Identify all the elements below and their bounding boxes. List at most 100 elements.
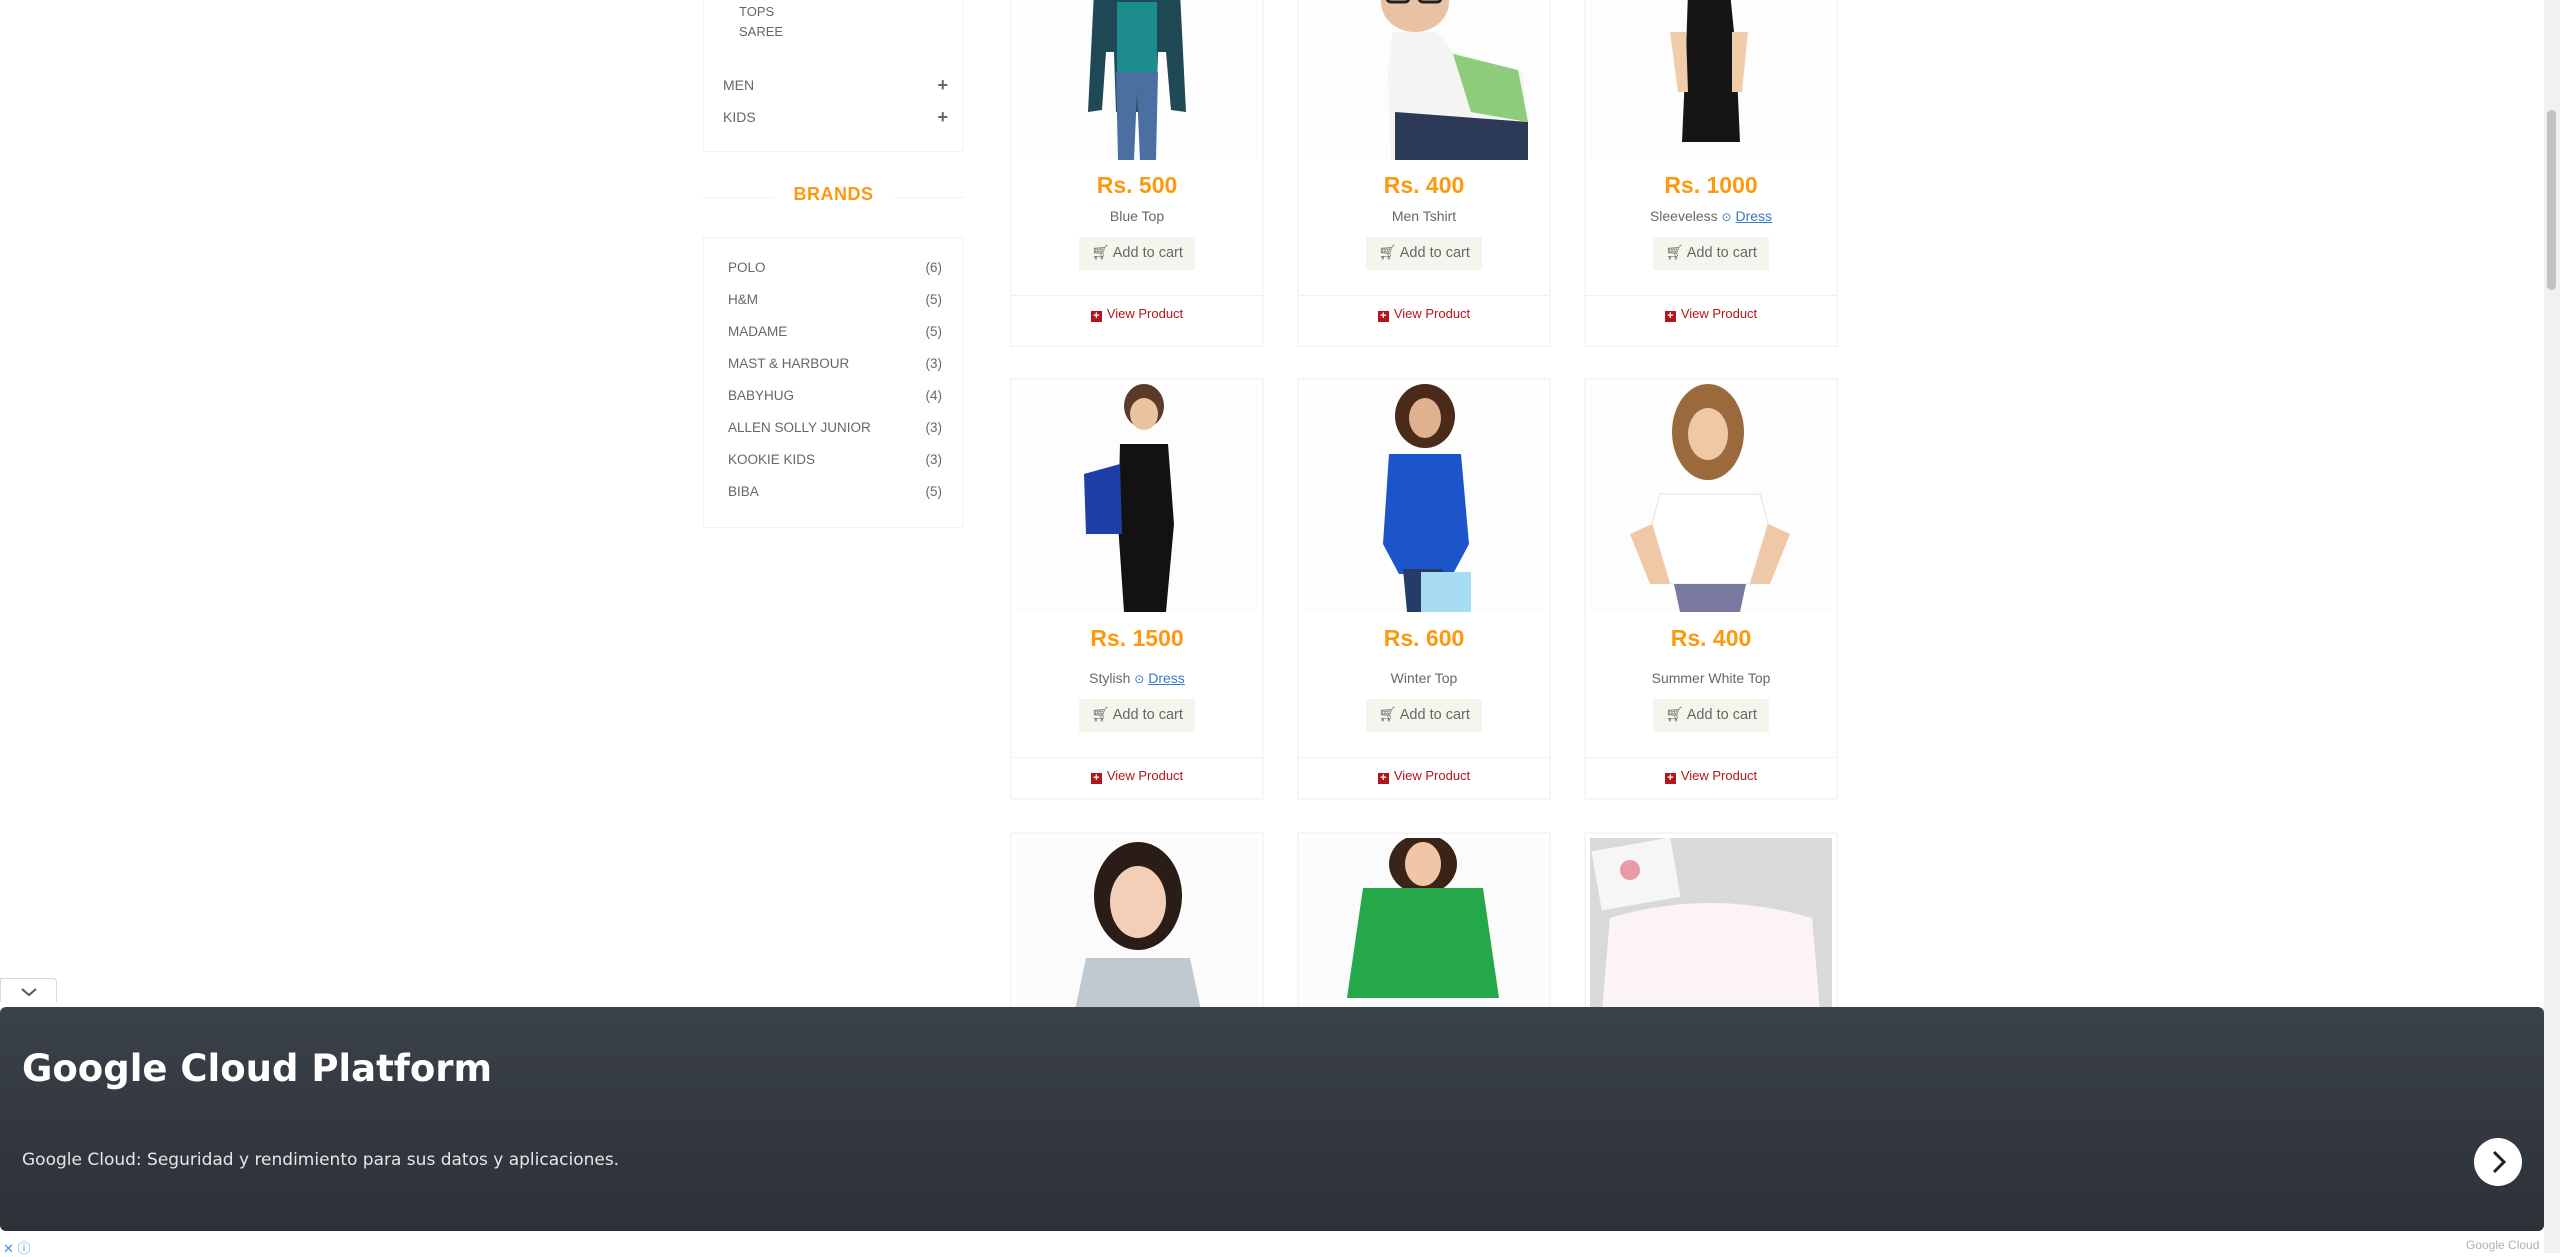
product-image [1303,0,1545,160]
product-price: Rs. 400 [1383,172,1465,198]
add-to-cart-label: Add to cart [1399,245,1470,261]
view-product-label: View Product [1106,768,1184,783]
brand-item[interactable]: KOOKIE KIDS (3) [728,452,942,467]
add-to-cart-label: Add to cart [1399,707,1470,723]
plus-square-icon: + [1377,773,1389,784]
card-divider [1299,757,1549,758]
scrollbar-thumb[interactable] [2547,110,2556,290]
add-to-cart-label: Add to cart [1112,707,1183,723]
product-image [1303,384,1545,612]
product-image [1016,384,1258,612]
ad-next-button[interactable] [2474,1138,2522,1186]
category-kids[interactable]: KIDS + [723,108,948,126]
brand-count: (3) [925,356,943,371]
add-to-cart-label: Add to cart [1686,707,1757,723]
plus-icon[interactable]: + [937,108,948,126]
chevron-right-icon [2492,1150,2507,1174]
product-card: Rs. 1000 Sleeveless ⊙ Dress 🛒︎ Add to ca… [1584,0,1838,347]
category-men[interactable]: MEN + [723,76,948,94]
product-card: Rs. 1500 Stylish ⊙ Dress 🛒︎ Add to cart … [1010,378,1264,800]
product-card [1010,832,1264,1032]
product-name-text: Stylish [1089,670,1131,686]
product-name-text: Summer White Top [1651,670,1771,686]
view-product-link[interactable]: + View Product [1299,768,1549,784]
add-to-cart-button[interactable]: 🛒︎ Add to cart [1079,699,1195,732]
cart-icon: 🛒︎ [1091,707,1110,723]
product-card: Rs. 400 Summer White Top 🛒︎ Add to cart … [1584,378,1838,800]
product-card [1297,832,1551,1032]
product-price: Rs. 500 [1096,172,1178,198]
product-name: Sleeveless ⊙ Dress [1586,208,1836,224]
product-image [1590,838,1832,1030]
view-product-link[interactable]: + View Product [1299,306,1549,322]
product-name: Summer White Top [1586,670,1836,686]
brand-item[interactable]: ALLEN SOLLY JUNIOR (3) [728,420,942,435]
brand-name: KOOKIE KIDS [728,452,816,467]
view-product-link[interactable]: + View Product [1012,306,1262,322]
view-product-label: View Product [1393,306,1471,321]
brand-name: POLO [728,260,766,275]
brand-count: (5) [925,292,943,307]
add-to-cart-button[interactable]: 🛒︎ Add to cart [1079,237,1195,270]
view-product-link[interactable]: + View Product [1586,768,1836,784]
card-divider [1586,757,1836,758]
category-badge-icon: ⊙ [1721,210,1732,224]
brand-name: BIBA [728,484,759,499]
view-product-link[interactable]: + View Product [1012,768,1262,784]
product-price: Rs. 1500 [1090,625,1184,651]
brand-count: (4) [925,388,943,403]
product-image [1016,838,1258,1030]
subcategory-tops[interactable]: TOPS [739,4,774,19]
brand-item[interactable]: H&M (5) [728,292,942,307]
plus-icon[interactable]: + [937,76,948,94]
plus-square-icon: + [1664,311,1676,322]
ad-banner[interactable]: Google Cloud Platform Google Cloud: Segu… [0,1007,2544,1231]
product-name-text: Sleeveless [1649,208,1718,224]
product-card: Rs. 500 Blue Top 🛒︎ Add to cart + View Pr… [1010,0,1264,347]
brand-name: ALLEN SOLLY JUNIOR [728,420,871,435]
category-kids-label: KIDS [723,109,756,125]
add-to-cart-button[interactable]: 🛒︎ Add to cart [1653,699,1769,732]
add-to-cart-label: Add to cart [1686,245,1757,261]
brand-count: (6) [925,260,943,275]
product-category-link[interactable]: Dress [1148,670,1185,686]
cart-icon: 🛒︎ [1091,245,1110,261]
product-name-text: Winter Top [1390,670,1458,686]
brand-name: BABYHUG [728,388,795,403]
category-panel: TOPS SAREE MEN + KIDS + [703,0,964,152]
brand-count: (3) [925,452,943,467]
cart-icon: 🛒︎ [1665,245,1684,261]
ad-title: Google Cloud Platform [22,1047,493,1090]
add-to-cart-button[interactable]: 🛒︎ Add to cart [1366,699,1482,732]
product-card: Rs. 400 Men Tshirt 🛒︎ Add to cart + View … [1297,0,1551,347]
brands-heading: BRANDS [703,184,964,210]
ad-close-icon[interactable]: ✕ ⓘ [3,1238,31,1257]
plus-square-icon: + [1090,773,1102,784]
brand-item[interactable]: MADAME (5) [728,324,942,339]
product-name-text: Blue Top [1109,208,1165,224]
plus-square-icon: + [1377,311,1389,322]
subcategory-saree[interactable]: SAREE [739,24,783,39]
view-product-link[interactable]: + View Product [1586,306,1836,322]
add-to-cart-button[interactable]: 🛒︎ Add to cart [1653,237,1769,270]
add-to-cart-button[interactable]: 🛒︎ Add to cart [1366,237,1482,270]
brand-count: (5) [925,484,943,499]
brands-panel: POLO (6) H&M (5) MADAME (5) MAST & HARBOUR (… [703,237,964,528]
card-divider [1012,295,1262,296]
brand-name: MAST & HARBOUR [728,356,850,371]
card-divider [1012,757,1262,758]
view-product-label: View Product [1680,306,1758,321]
product-price: Rs. 400 [1670,625,1752,651]
brand-item[interactable]: BIBA (5) [728,484,942,499]
card-divider [1299,295,1549,296]
ad-collapse-toggle[interactable] [0,978,57,1002]
brands-title: BRANDS [793,184,874,204]
brand-name: MADAME [728,324,788,339]
add-to-cart-label: Add to cart [1112,245,1183,261]
brand-item[interactable]: POLO (6) [728,260,942,275]
ad-brand-label: Google Cloud [2466,1238,2540,1252]
brand-item[interactable]: MAST & HARBOUR (3) [728,356,942,371]
brand-item[interactable]: BABYHUG (4) [728,388,942,403]
view-product-label: View Product [1393,768,1471,783]
product-category-link[interactable]: Dress [1735,208,1772,224]
